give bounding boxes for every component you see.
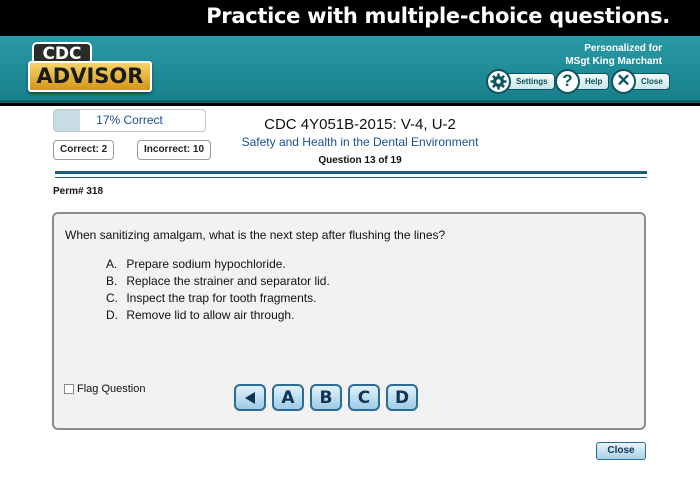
flag-label: Flag Question (77, 383, 146, 395)
settings-button[interactable]: Settings (486, 68, 555, 94)
help-button[interactable]: ? Help (555, 68, 610, 94)
option-letter: D. (106, 308, 118, 322)
answer-d-button[interactable]: D (386, 384, 418, 411)
banner-text: Practice with multiple-choice questions. (206, 4, 670, 28)
option-text: Inspect the trap for tooth fragments. (126, 291, 317, 305)
question-mark-icon: ? (555, 68, 580, 94)
option-a: A. Prepare sodium hypochloride. (106, 256, 330, 273)
logo-top: CDC (32, 42, 92, 64)
personalized-label: Personalized for (584, 43, 662, 54)
logo-main: ADVISOR (28, 61, 152, 92)
promo-banner: Practice with multiple-choice questions. (0, 0, 700, 33)
course-subtitle: Safety and Health in the Dental Environm… (241, 135, 479, 149)
answer-a-button[interactable]: A (272, 384, 304, 411)
header-close-button[interactable]: ✕ Close (611, 68, 670, 94)
option-letter: C. (106, 291, 118, 305)
course-title: CDC 4Y051B-2015: V-4, U-2 (264, 116, 456, 133)
score-percent: 17% Correct (96, 113, 163, 127)
answer-button-row: A B C D (234, 384, 424, 411)
option-letter: A. (106, 257, 118, 271)
score-progress-bar: 17% Correct (53, 109, 206, 132)
personalized-for: Personalized for MSgt King Marchant (565, 42, 662, 68)
flag-checkbox-icon (64, 384, 74, 394)
gear-icon (486, 68, 511, 94)
option-c: C. Inspect the trap for tooth fragments. (106, 290, 330, 307)
option-text: Prepare sodium hypochloride. (126, 257, 286, 271)
correct-count: Correct: 2 (53, 140, 115, 160)
divider-top (55, 171, 647, 174)
user-name: MSgt King Marchant (565, 56, 662, 67)
flag-question-toggle[interactable]: Flag Question (64, 383, 145, 395)
incorrect-count: Incorrect: 10 (137, 140, 212, 160)
option-text: Replace the strainer and separator lid. (126, 274, 330, 288)
left-triangle-icon (245, 391, 255, 404)
app-header: CDC ADVISOR Personalized for MSgt King M… (0, 36, 700, 103)
option-letter: B. (106, 274, 118, 288)
answer-options: A. Prepare sodium hypochloride. B. Repla… (106, 256, 330, 324)
answer-b-button[interactable]: B (310, 384, 342, 411)
settings-label: Settings (504, 72, 555, 90)
cdc-advisor-logo: CDC ADVISOR (28, 42, 154, 94)
quiz-content: 17% Correct Correct: 2 Incorrect: 10 CDC… (0, 106, 700, 480)
perm-number: Perm# 318 (53, 186, 104, 197)
previous-question-button[interactable] (234, 384, 266, 411)
close-x-icon: ✕ (611, 68, 636, 94)
answer-c-button[interactable]: C (348, 384, 380, 411)
close-button[interactable]: Close (596, 442, 646, 460)
option-text: Remove lid to allow air through. (126, 308, 295, 322)
question-number: Question 13 of 19 (318, 155, 402, 166)
option-b: B. Replace the strainer and separator li… (106, 273, 330, 290)
question-text: When sanitizing amalgam, what is the nex… (65, 228, 446, 242)
divider-bottom (55, 177, 647, 178)
option-d: D. Remove lid to allow air through. (106, 307, 330, 324)
question-panel: When sanitizing amalgam, what is the nex… (52, 212, 646, 430)
